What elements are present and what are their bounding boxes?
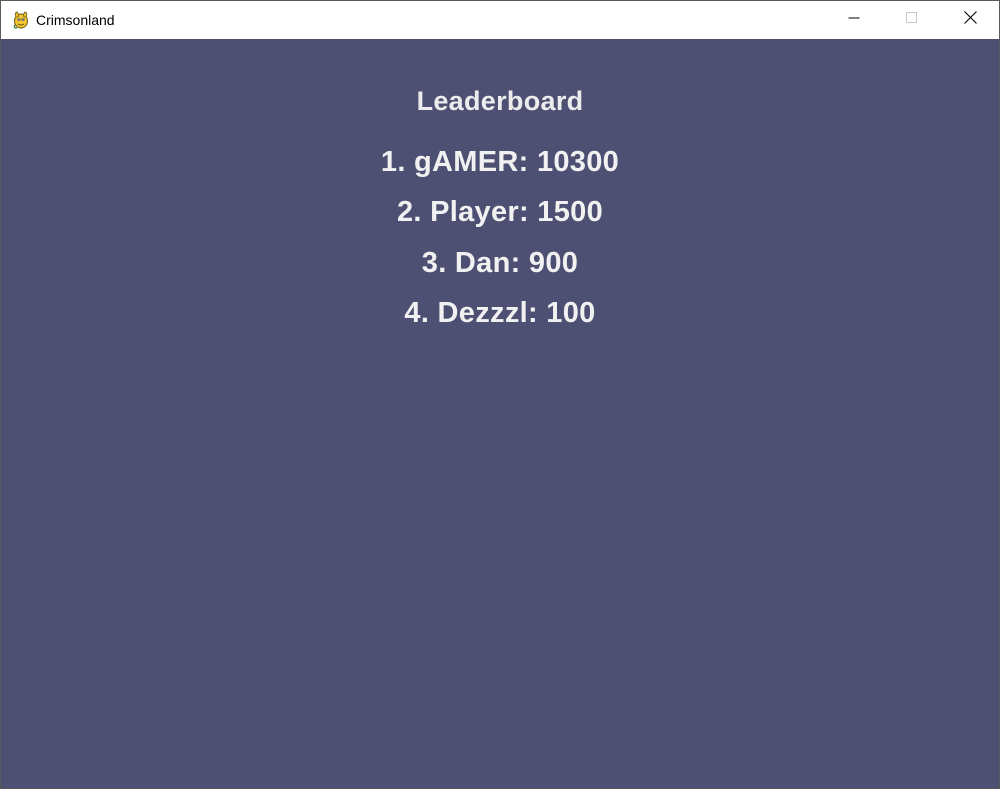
leaderboard-entry: 1. gAMER: 10300: [380, 146, 620, 178]
leaderboard-entry: 3. Dan: 900: [421, 246, 579, 279]
app-window: Crimsonland Leaderboard 1. gAMER: 10300 …: [0, 0, 1000, 789]
window-title: Crimsonland: [36, 12, 115, 28]
leaderboard-list: 1. gAMER: 10300 2. Player: 1500 3. Dan: …: [1, 143, 999, 344]
leaderboard-title: Leaderboard: [416, 86, 584, 116]
maximize-icon: [906, 11, 918, 29]
leaderboard-entry: 4. Dezzzl: 100: [404, 296, 596, 329]
minimize-button[interactable]: [825, 1, 883, 39]
title-bar[interactable]: Crimsonland: [1, 1, 999, 39]
maximize-button[interactable]: [883, 1, 941, 39]
game-canvas[interactable]: Leaderboard 1. gAMER: 10300 2. Player: 1…: [1, 39, 999, 788]
close-button[interactable]: [941, 1, 999, 39]
pygame-snake-icon: [11, 10, 31, 30]
minimize-icon: [848, 11, 860, 29]
close-icon: [963, 11, 977, 29]
leaderboard-entry: 2. Player: 1500: [396, 196, 604, 229]
